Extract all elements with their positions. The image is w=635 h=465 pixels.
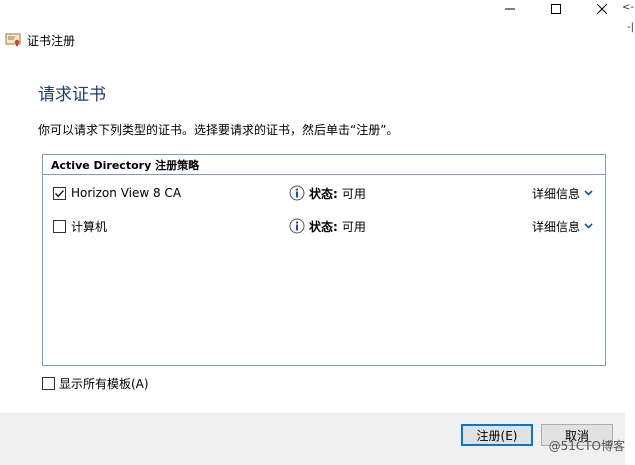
edge-glyph: -| xyxy=(627,22,634,33)
status-label: 状态: xyxy=(309,186,338,201)
policy-header: Active Directory 注册策略 xyxy=(43,155,605,175)
show-all-templates[interactable]: 显示所有模板(A) xyxy=(42,375,149,392)
dialog-footer: 注册(E) 取消 xyxy=(0,413,625,465)
template-row: 计算机 状态: 可用 详细信息 xyxy=(53,217,595,235)
checkmark-icon xyxy=(55,189,64,197)
info-icon xyxy=(289,218,305,234)
title-bar: 证书注册 xyxy=(5,32,75,48)
edge-glyph: <- xyxy=(622,2,634,13)
details-toggle[interactable]: 详细信息 xyxy=(532,185,593,202)
window-edge: <- -| xyxy=(622,0,635,465)
window-title: 证书注册 xyxy=(27,33,76,48)
enrollment-policy-list: Active Directory 注册策略 Horizon View 8 CA … xyxy=(42,154,606,366)
caption-controls xyxy=(487,0,625,18)
chevron-down-icon xyxy=(584,190,593,196)
template-name: 计算机 xyxy=(71,219,108,234)
maximize-button[interactable] xyxy=(533,0,579,18)
template-checkbox[interactable] xyxy=(53,186,66,200)
page-title: 请求证书 xyxy=(38,85,106,105)
template-name: Horizon View 8 CA xyxy=(71,186,182,200)
info-icon xyxy=(289,185,305,201)
show-all-checkbox[interactable] xyxy=(42,377,55,390)
details-label: 详细信息 xyxy=(531,186,580,201)
details-label: 详细信息 xyxy=(531,219,580,234)
minimize-button[interactable] xyxy=(487,0,533,18)
template-status: 状态: 可用 xyxy=(289,218,366,235)
minimize-icon xyxy=(505,8,515,10)
show-all-label: 显示所有模板(A) xyxy=(59,377,149,391)
instruction-text: 你可以请求下列类型的证书。选择要请求的证书，然后单击“注册”。 xyxy=(38,123,399,137)
template-checkbox[interactable] xyxy=(53,219,66,233)
watermark: @51CTO博客 xyxy=(548,439,625,453)
chevron-down-icon xyxy=(584,223,593,229)
status-label: 状态: xyxy=(309,219,338,234)
close-icon xyxy=(597,4,607,14)
status-value: 可用 xyxy=(341,219,366,234)
maximize-icon xyxy=(551,4,561,14)
template-status: 状态: 可用 xyxy=(289,185,366,202)
template-row: Horizon View 8 CA 状态: 可用 详细信息 xyxy=(53,184,595,202)
enroll-button[interactable]: 注册(E) xyxy=(461,424,533,446)
details-toggle[interactable]: 详细信息 xyxy=(532,218,593,235)
certificate-enrollment-window: 证书注册 请求证书 你可以请求下列类型的证书。选择要请求的证书，然后单击“注册”… xyxy=(0,0,625,465)
close-button[interactable] xyxy=(579,0,625,18)
status-value: 可用 xyxy=(341,186,366,201)
certificate-icon xyxy=(5,33,21,47)
